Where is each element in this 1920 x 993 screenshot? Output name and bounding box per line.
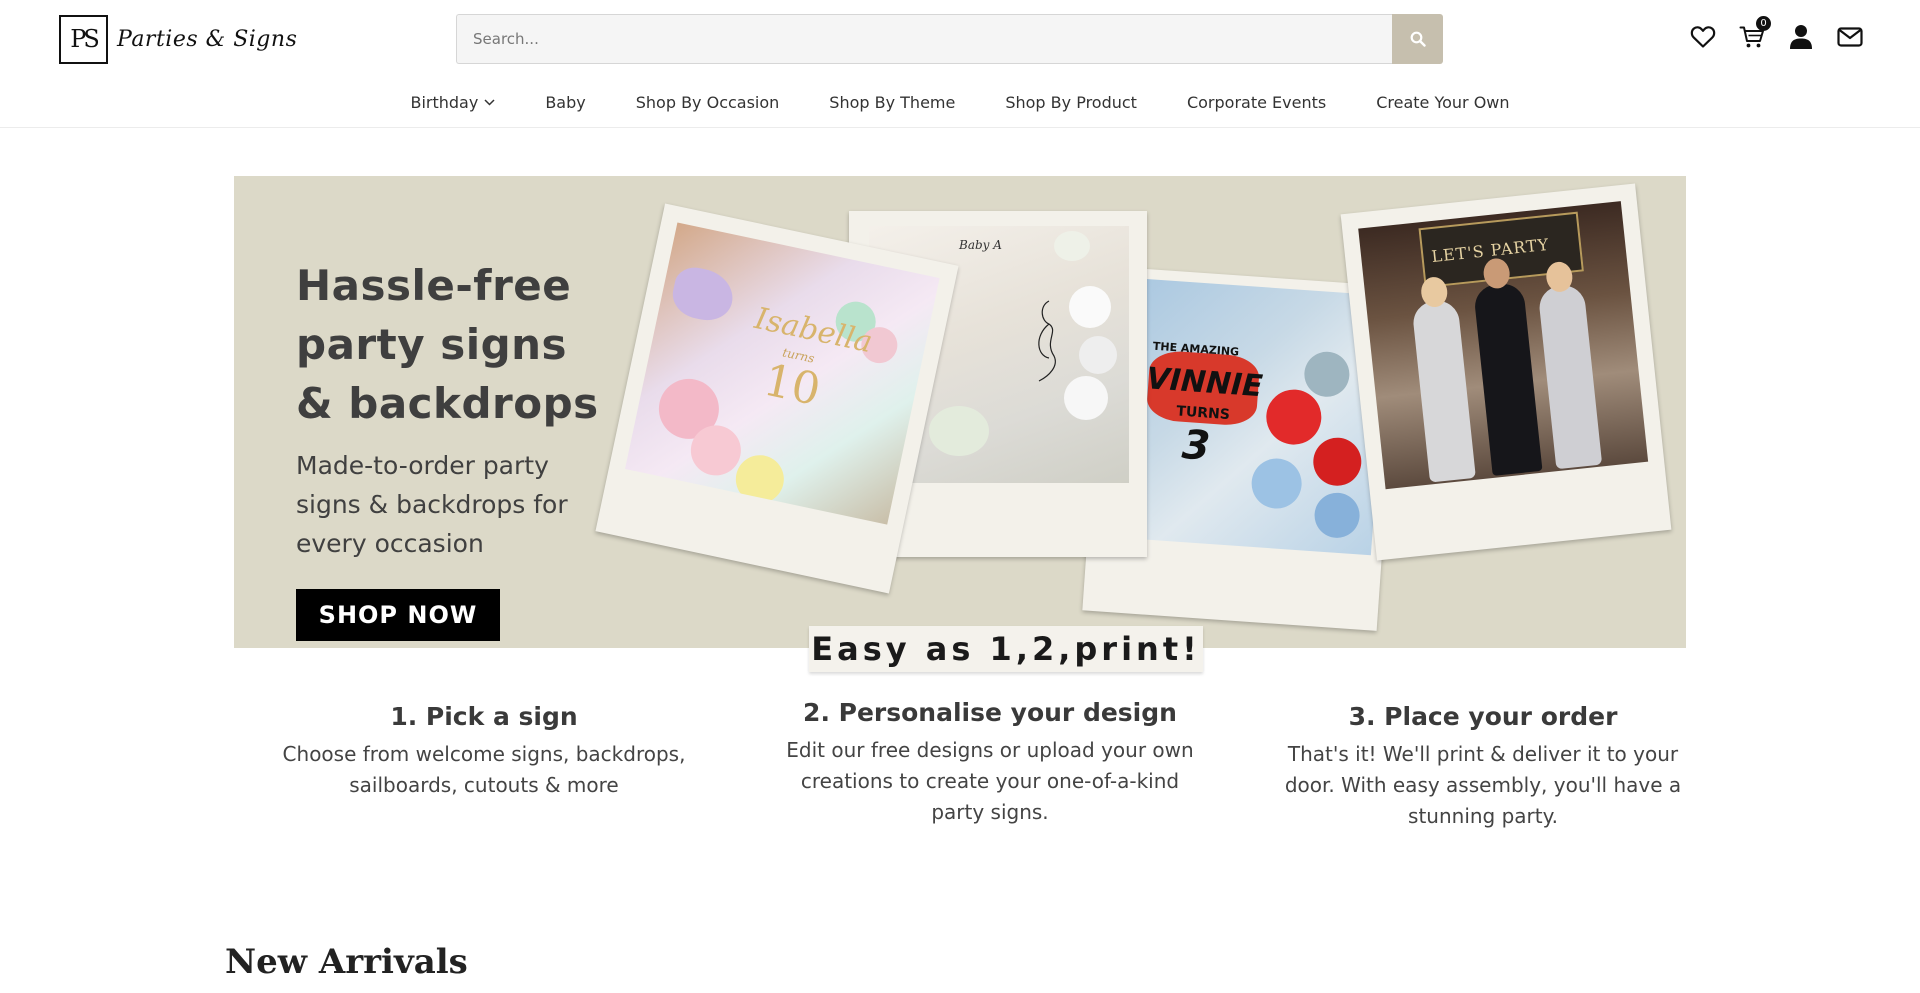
nav-item-shop-by-theme[interactable]: Shop By Theme bbox=[829, 93, 955, 112]
nav-item-shop-by-product[interactable]: Shop By Product bbox=[1005, 93, 1137, 112]
step-text: Choose from welcome signs, backdrops, sa… bbox=[282, 742, 686, 797]
contact-button[interactable] bbox=[1835, 22, 1865, 52]
search-button[interactable] bbox=[1392, 14, 1443, 64]
step-title: 1. Pick a sign bbox=[390, 702, 578, 731]
step-text: That's it! We'll print & deliver it to y… bbox=[1284, 742, 1682, 828]
logo-text: Parties & Signs bbox=[117, 26, 298, 52]
hero-title-line: Hassle-free bbox=[296, 261, 572, 310]
main-nav: Birthday Baby Shop By Occasion Shop By T… bbox=[0, 88, 1920, 116]
nav-item-shop-by-occasion[interactable]: Shop By Occasion bbox=[636, 93, 780, 112]
photo-birthday-backdrop: Isabella turns 10 bbox=[625, 222, 940, 525]
cart-button[interactable]: 0 bbox=[1737, 16, 1771, 52]
nav-item-create-your-own[interactable]: Create Your Own bbox=[1376, 93, 1509, 112]
step-title: 3. Place your order bbox=[1348, 702, 1618, 731]
chevron-down-icon bbox=[484, 98, 495, 106]
site-header: PS Parties & Signs 0 bbox=[0, 0, 1920, 128]
nav-item-label: Birthday bbox=[410, 92, 479, 112]
silhouette-line-art bbox=[1038, 300, 1056, 382]
step-text: Edit our free designs or upload your own… bbox=[786, 738, 1194, 824]
step-personalise: 2. Personalise your design Edit our free… bbox=[780, 698, 1200, 828]
logo-mark: PS bbox=[59, 14, 108, 64]
heart-icon bbox=[1690, 26, 1716, 48]
shop-now-button[interactable]: SHOP NOW bbox=[296, 589, 500, 641]
site-logo[interactable]: PS Parties & Signs bbox=[59, 14, 297, 64]
search-bar bbox=[456, 14, 1443, 64]
step-place-order: 3. Place your order That's it! We'll pri… bbox=[1273, 702, 1693, 832]
photo-text-number: 10 bbox=[759, 354, 825, 417]
easy-as-badge: Easy as 1,2,print! bbox=[809, 626, 1203, 672]
photo-text-three: 3 bbox=[1180, 421, 1212, 470]
step-title: 2. Personalise your design bbox=[803, 698, 1177, 727]
hero-subtitle: Made-to-order party signs & backdrops fo… bbox=[296, 451, 568, 558]
search-icon bbox=[1410, 31, 1426, 47]
hero-banner[interactable]: Hassle-free party signs & backdrops Made… bbox=[234, 176, 1686, 648]
step-pick-sign: 1. Pick a sign Choose from welcome signs… bbox=[274, 702, 694, 801]
cart-count-badge: 0 bbox=[1756, 16, 1771, 31]
account-button[interactable] bbox=[1786, 22, 1816, 52]
photo-party-performers: LET'S PARTY bbox=[1358, 201, 1649, 490]
polaroid-photo-party: LET'S PARTY bbox=[1340, 183, 1672, 561]
nav-item-baby[interactable]: Baby bbox=[545, 93, 585, 112]
header-icons: 0 bbox=[1688, 16, 1865, 52]
photo-text-baby: Baby A bbox=[959, 238, 1002, 252]
user-icon bbox=[1790, 25, 1812, 49]
hero-title-line: party signs bbox=[296, 320, 568, 369]
nav-item-corporate-events[interactable]: Corporate Events bbox=[1187, 93, 1326, 112]
search-input[interactable] bbox=[456, 14, 1392, 64]
hero-title-line: & backdrops bbox=[296, 379, 599, 428]
new-arrivals-heading: New Arrivals bbox=[225, 942, 468, 982]
hero-title: Hassle-free party signs & backdrops bbox=[296, 256, 636, 433]
mail-icon bbox=[1837, 27, 1863, 47]
wishlist-button[interactable] bbox=[1688, 22, 1718, 52]
nav-item-birthday[interactable]: Birthday bbox=[410, 93, 495, 112]
